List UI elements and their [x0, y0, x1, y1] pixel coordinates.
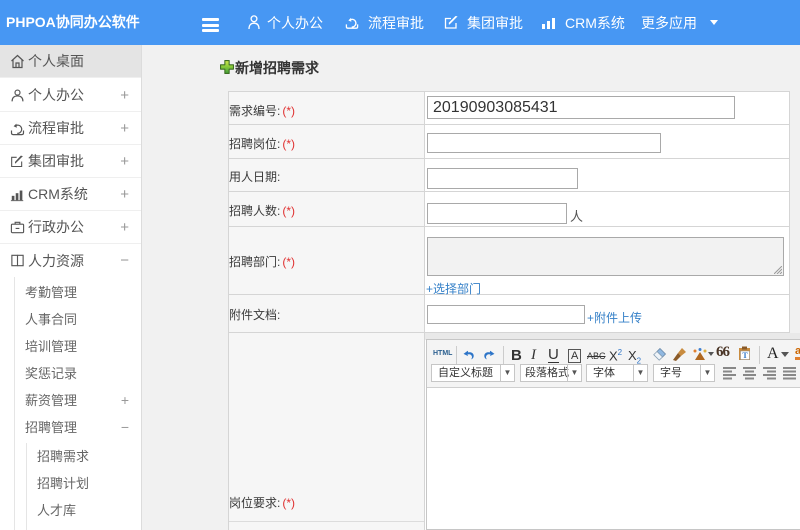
svg-text:T: T: [742, 351, 748, 360]
